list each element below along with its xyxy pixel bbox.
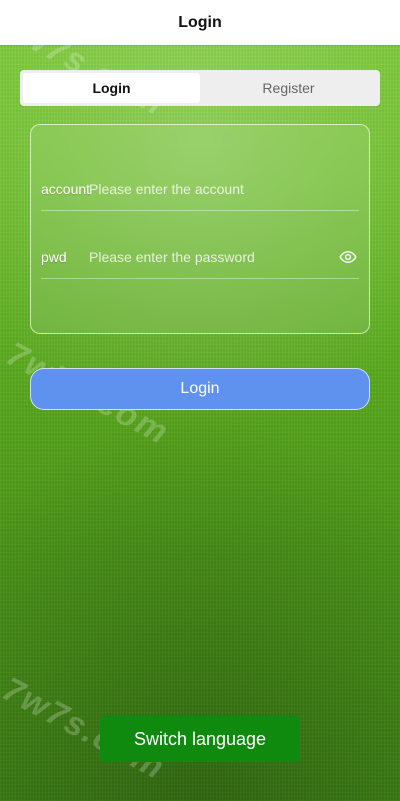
page-header: Login <box>0 0 400 45</box>
tab-login[interactable]: Login <box>23 73 200 103</box>
auth-tabs: Login Register <box>20 70 380 106</box>
login-button[interactable]: Login <box>30 368 370 410</box>
tab-register[interactable]: Register <box>200 73 377 103</box>
eye-icon[interactable] <box>337 246 359 268</box>
account-field-row: account <box>41 167 359 211</box>
password-label: pwd <box>41 248 67 265</box>
login-form-card: account pwd <box>30 124 370 334</box>
password-input[interactable] <box>89 242 331 271</box>
account-input[interactable] <box>89 174 359 203</box>
account-label: account <box>41 180 91 197</box>
switch-language-button[interactable]: Switch language <box>100 716 300 762</box>
password-field-row: pwd <box>41 235 359 279</box>
page-title: Login <box>178 13 222 31</box>
